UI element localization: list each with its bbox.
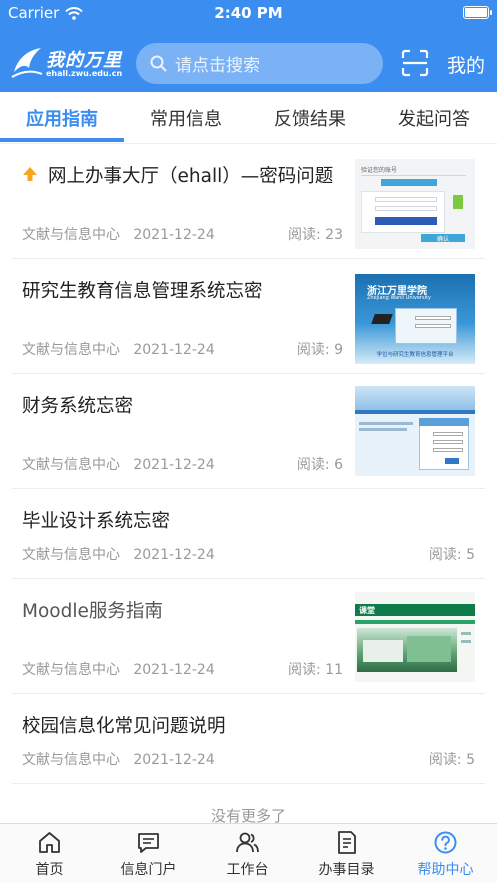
thumb-button: 确认 — [421, 234, 465, 243]
article-title: 财务系统忘密 — [22, 396, 134, 417]
tab-common-info[interactable]: 常用信息 — [150, 105, 222, 131]
list-item[interactable]: 网上办事大厅（ehall）—密码问题 文献与信息中心 2021-12-24 阅读… — [12, 144, 485, 259]
nav-label: 帮助中心 — [417, 862, 474, 878]
nav-service-directory[interactable]: 办事目录 — [297, 824, 396, 883]
article-read-count: 阅读: 5 — [428, 752, 475, 768]
list-item[interactable]: 毕业设计系统忘密 文献与信息中心 2021-12-24 阅读: 5 — [12, 489, 485, 579]
search-bar[interactable]: 请点击搜索 — [136, 43, 383, 84]
article-source: 文献与信息中心 — [22, 662, 120, 678]
list-item[interactable]: 校园信息化常见问题说明 文献与信息中心 2021-12-24 阅读: 5 — [12, 694, 485, 784]
article-read-count: 阅读: 6 — [296, 457, 343, 473]
scan-icon[interactable] — [401, 49, 429, 77]
tab-ask-question[interactable]: 发起问答 — [398, 105, 470, 131]
article-date: 2021-12-24 — [133, 752, 215, 768]
app-logo: 我的万里 ehall.zwu.edu.cn — [10, 42, 122, 82]
category-tabs: 应用指南 常用信息 反馈结果 发起问答 — [0, 92, 497, 144]
article-read-count: 阅读: 5 — [428, 547, 475, 563]
article-date: 2021-12-24 — [133, 227, 215, 243]
message-icon — [138, 833, 159, 853]
article-read-count: 阅读: 23 — [288, 227, 343, 243]
article-title: 网上办事大厅（ehall）—密码问题 — [48, 166, 334, 187]
nav-home[interactable]: 首页 — [0, 824, 99, 883]
battery-icon — [463, 6, 492, 19]
article-title: 毕业设计系统忘密 — [22, 511, 171, 532]
article-meta: 文献与信息中心 2021-12-24 — [22, 659, 215, 679]
article-source: 文献与信息中心 — [22, 342, 120, 358]
home-icon — [39, 832, 60, 853]
search-icon — [150, 55, 167, 72]
nav-label: 信息门户 — [120, 862, 177, 878]
list-item[interactable]: 研究生教育信息管理系统忘密 文献与信息中心 2021-12-24 阅读: 9 浙… — [12, 259, 485, 374]
article-thumbnail — [355, 386, 475, 476]
thumb-heading: 验证您的账号 — [361, 167, 398, 174]
bottom-navigation: 首页 信息门户 工作台 办事目录 帮助中心 — [0, 823, 497, 883]
my-profile-button[interactable]: 我的 — [447, 51, 485, 78]
tab-feedback-results[interactable]: 反馈结果 — [274, 105, 346, 131]
article-meta: 文献与信息中心 2021-12-24 — [22, 544, 215, 564]
people-icon — [236, 832, 259, 853]
nav-help-center[interactable]: 帮助中心 — [396, 824, 495, 883]
article-meta: 文献与信息中心 2021-12-24 — [22, 224, 215, 244]
list-item[interactable]: 财务系统忘密 文献与信息中心 2021-12-24 阅读: 6 — [12, 374, 485, 489]
article-meta: 文献与信息中心 2021-12-24 — [22, 749, 215, 769]
list-item[interactable]: Moodle服务指南 文献与信息中心 2021-12-24 阅读: 11 课堂 — [12, 579, 485, 694]
nav-label: 工作台 — [226, 862, 269, 878]
help-icon — [434, 831, 457, 854]
nav-label: 首页 — [35, 862, 64, 878]
status-bar: Carrier 2:40 PM — [0, 0, 497, 26]
nav-workbench[interactable]: 工作台 — [198, 824, 297, 883]
article-thumbnail: 验证您的账号 确认 — [355, 159, 475, 249]
article-title: 研究生教育信息管理系统忘密 — [22, 281, 263, 302]
article-title: Moodle服务指南 — [22, 601, 163, 622]
article-date: 2021-12-24 — [133, 342, 215, 358]
article-read-count: 阅读: 11 — [288, 662, 343, 678]
article-thumbnail: 浙江万里学院 Zhejiang Wanli University 学位与研究生教… — [355, 274, 475, 364]
article-read-count: 阅读: 9 — [296, 342, 343, 358]
clock: 2:40 PM — [214, 4, 283, 22]
article-source: 文献与信息中心 — [22, 547, 120, 563]
article-date: 2021-12-24 — [133, 662, 215, 678]
article-thumbnail: 课堂 — [355, 592, 475, 682]
tab-app-guide[interactable]: 应用指南 — [26, 105, 98, 131]
thumb-school-en: Zhejiang Wanli University — [367, 295, 431, 301]
nav-info-portal[interactable]: 信息门户 — [99, 824, 198, 883]
article-source: 文献与信息中心 — [22, 752, 120, 768]
article-source: 文献与信息中心 — [22, 227, 120, 243]
article-title: 校园信息化常见问题说明 — [22, 716, 226, 737]
thumb-heading: 课堂 — [359, 606, 375, 615]
app-header: Carrier 2:40 PM 我的万里 ehall.zwu.edu.cn 请点… — [0, 0, 497, 92]
article-date: 2021-12-24 — [133, 457, 215, 473]
nav-label: 办事目录 — [318, 862, 375, 878]
logo-domain: ehall.zwu.edu.cn — [46, 69, 123, 78]
article-date: 2021-12-24 — [133, 547, 215, 563]
document-icon — [338, 831, 356, 854]
logo-icon — [11, 48, 43, 78]
article-meta: 文献与信息中心 2021-12-24 — [22, 339, 215, 359]
article-meta: 文献与信息中心 2021-12-24 — [22, 454, 215, 474]
active-tab-indicator — [0, 138, 124, 142]
article-source: 文献与信息中心 — [22, 457, 120, 473]
search-placeholder: 请点击搜索 — [175, 56, 260, 76]
thumb-caption: 学位与研究生教育信息管理平台 — [376, 352, 454, 358]
pinned-arrow-icon — [23, 167, 37, 181]
